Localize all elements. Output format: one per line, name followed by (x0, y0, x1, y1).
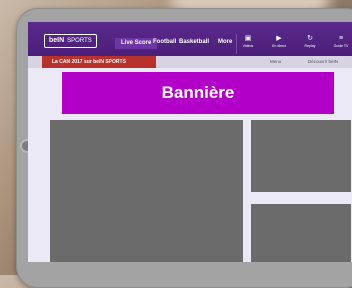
nav-live[interactable]: ▶ En direct (269, 35, 289, 49)
logo-main: beIN (49, 37, 65, 44)
nav-more[interactable]: More (218, 39, 232, 45)
nav-tv-guide[interactable]: ≡ Guide TV (331, 35, 351, 49)
promo-link[interactable]: La CAN 2017 sur beIN SPORTS (42, 56, 156, 68)
menu-link[interactable]: Menu (270, 56, 281, 68)
banner-label: Bannière (161, 83, 235, 102)
banner-placeholder: Bannière (62, 72, 334, 114)
nav-videos[interactable]: ▣ Vidéos (238, 35, 258, 49)
tablet-screen: beIN SPORTS Live Score Football Basketba… (28, 22, 352, 262)
replay-icon: ↻ (307, 35, 313, 42)
live-icon: ▶ (276, 35, 282, 42)
logo-sub: SPORTS (67, 38, 92, 44)
side-content-placeholder-top (251, 120, 351, 192)
main-content-placeholder (50, 120, 243, 262)
nav-basketball[interactable]: Basketball (179, 39, 209, 45)
site-header: beIN SPORTS Live Score Football Basketba… (28, 22, 352, 56)
nav-videos-label: Vidéos (242, 44, 254, 48)
nav-live-label: En direct (272, 44, 286, 48)
nav-divider (236, 34, 237, 54)
nav-football[interactable]: Football (153, 39, 176, 45)
bein-sports-logo[interactable]: beIN SPORTS (44, 34, 97, 48)
nav-replay[interactable]: ↻ Replay (300, 35, 320, 49)
discover-link[interactable]: Découvrir beIN (308, 56, 338, 68)
nav-replay-label: Replay (304, 44, 316, 48)
nav-live-score[interactable]: Live Score (115, 38, 158, 49)
tv-guide-icon: ≡ (338, 35, 344, 42)
nav-tv-guide-label: Guide TV (333, 44, 349, 48)
video-icon: ▣ (244, 35, 252, 42)
side-content-placeholder-bottom (251, 204, 351, 262)
